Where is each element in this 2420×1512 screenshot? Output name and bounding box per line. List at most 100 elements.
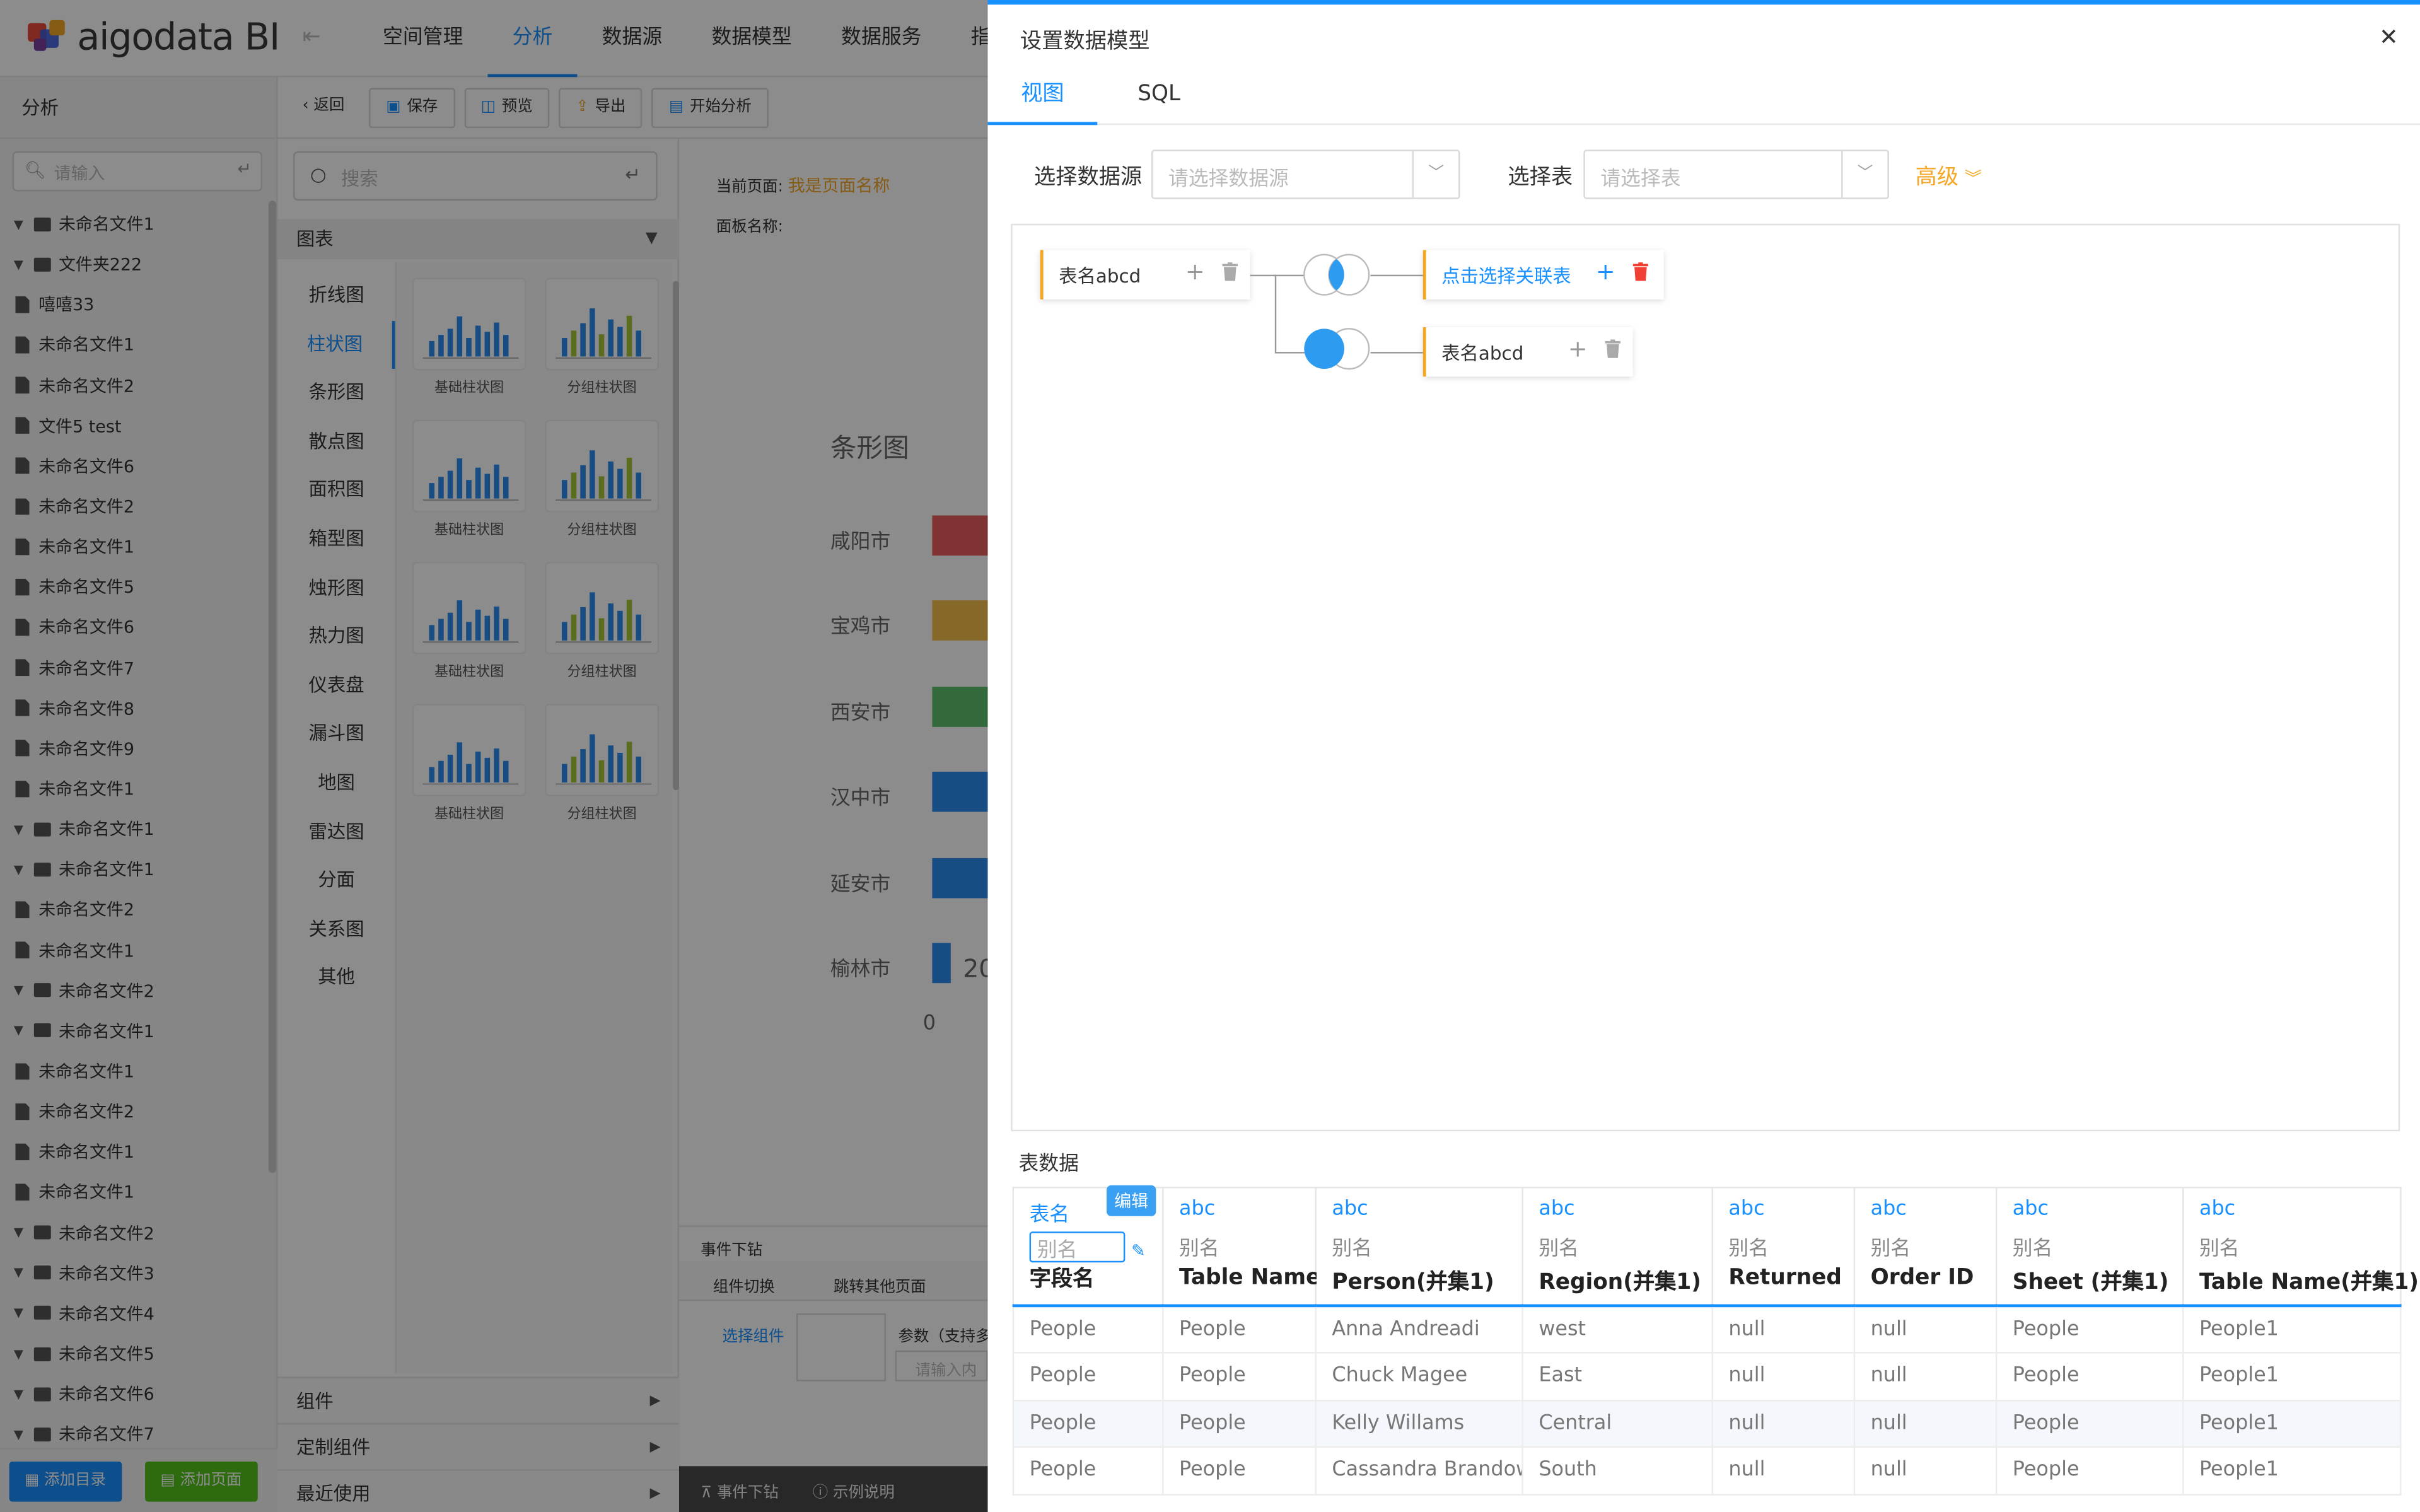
model-canvas: 表名abcd + 点击选择关联表 + 表名abcd +	[1011, 223, 2400, 1132]
column-header[interactable]: 表名✎编辑字段名	[1012, 1185, 1164, 1308]
link-line	[1370, 352, 1423, 354]
column-header[interactable]: abc 别名 Order ID	[1853, 1187, 1998, 1308]
close-icon[interactable]: ✕	[2379, 23, 2399, 51]
link-line	[1250, 274, 1306, 277]
table-cell: west	[1521, 1305, 1713, 1354]
table-row: People People Kelly Willams Central null null…	[1012, 1399, 2402, 1448]
table-cell: null	[1853, 1352, 1998, 1401]
add-icon[interactable]: +	[1568, 335, 1588, 363]
table-cell: Chuck Magee	[1315, 1352, 1523, 1401]
table-cell: null	[1711, 1399, 1856, 1448]
table-cell: People1	[2182, 1305, 2402, 1354]
table-cell: null	[1853, 1399, 1998, 1448]
column-field-name: Table Name	[1179, 1265, 1321, 1291]
delete-icon[interactable]	[1222, 262, 1238, 281]
table-cell: People1	[2182, 1446, 2402, 1495]
column-type: abc	[2199, 1197, 2236, 1221]
child-table-node[interactable]: 表名abcd +	[1422, 327, 1633, 377]
link-line	[1274, 274, 1277, 352]
table-cell: People	[1995, 1446, 2184, 1495]
column-header[interactable]: abc 别名 Returned	[1711, 1187, 1856, 1308]
column-field-name: Table Name(并集1)	[2199, 1270, 2419, 1295]
drawer-title: 设置数据模型	[1020, 29, 1150, 54]
column-header[interactable]: abc 别名 Table Name	[1162, 1187, 1321, 1308]
table-cell: Cassandra Brandow	[1315, 1446, 1523, 1495]
column-type: abc	[2012, 1197, 2049, 1221]
table-cell: People	[1162, 1446, 1317, 1495]
delete-icon[interactable]	[1605, 339, 1621, 358]
table-cell: People	[1012, 1446, 1164, 1495]
tab-view[interactable]: 视图	[987, 63, 1098, 125]
table-row: People People Cassandra Brandow South null nu…	[1012, 1446, 2402, 1495]
table-cell: Central	[1521, 1399, 1713, 1448]
column-alias[interactable]: 别名	[1539, 1231, 1696, 1265]
alias-input[interactable]	[1029, 1231, 1126, 1263]
preview-table: 表名✎编辑字段名abc别名Table Nameabc别名Person(并集1)a…	[1012, 1185, 2419, 1495]
column-header[interactable]: abc 别名 Region(并集1)	[1521, 1187, 1713, 1308]
table-cell: null	[1711, 1352, 1856, 1401]
edit-tooltip: 编辑	[1107, 1185, 1156, 1216]
table-cell: Anna Andreadi	[1315, 1305, 1523, 1354]
column-type: abc	[1728, 1197, 1765, 1221]
double-chevron-down-icon: ︾	[1964, 168, 1982, 189]
chevron-down-icon: ﹀	[1412, 151, 1458, 198]
column-field-name: 字段名	[1029, 1267, 1095, 1292]
table-header-row: 表名✎编辑字段名abc别名Table Nameabc别名Person(并集1)a…	[1012, 1185, 2419, 1308]
datasource-label: 选择数据源	[1033, 165, 1143, 190]
column-field-name: Order ID	[1870, 1265, 1974, 1291]
column-header[interactable]: abc 别名 Person(并集1)	[1315, 1187, 1523, 1308]
table-select[interactable]: 请选择表 ﹀	[1583, 149, 1889, 199]
table-cell: People1	[2182, 1399, 2402, 1448]
column-type: abc	[1870, 1197, 1907, 1221]
delete-icon[interactable]	[1632, 262, 1649, 281]
table-row: People People Chuck Magee East null null Peopl…	[1012, 1352, 2402, 1401]
column-alias[interactable]: 别名	[1332, 1231, 1506, 1265]
column-type: abc	[1332, 1197, 1368, 1221]
column-alias[interactable]: 别名	[1728, 1231, 1838, 1265]
table-cell: People	[1995, 1305, 2184, 1354]
table-cell: People	[1162, 1305, 1317, 1354]
table-cell: null	[1711, 1305, 1856, 1354]
column-field-name: Person(并集1)	[1332, 1270, 1494, 1295]
table-cell: People	[1012, 1399, 1164, 1448]
add-icon[interactable]: +	[1596, 258, 1615, 286]
drawer-tabs: 视图 SQL	[987, 63, 2420, 125]
datasource-select[interactable]: 请选择数据源 ﹀	[1151, 149, 1460, 199]
left-join-icon[interactable]	[1303, 327, 1371, 371]
table-cell: null	[1853, 1305, 1998, 1354]
table-cell: People	[1012, 1305, 1164, 1354]
add-icon[interactable]: +	[1185, 258, 1205, 286]
table-cell: People	[1995, 1399, 2184, 1448]
column-alias[interactable]: 别名	[2199, 1231, 2385, 1265]
column-alias[interactable]: 别名	[2013, 1231, 2167, 1265]
table-data-title: 表数据	[1018, 1153, 1079, 1177]
column-type: abc	[1539, 1197, 1575, 1221]
table-cell: People1	[2182, 1352, 2402, 1401]
link-table-node[interactable]: 点击选择关联表 +	[1422, 250, 1664, 299]
table-row: People People Anna Andreadi west null null Peo…	[1012, 1305, 2402, 1354]
column-type: abc	[1179, 1197, 1216, 1221]
column-field-name: Sheet (并集1)	[2012, 1270, 2169, 1295]
column-header[interactable]: abc 别名 Table Name(并集1)	[2182, 1187, 2419, 1308]
link-line	[1274, 352, 1306, 354]
modal-overlay[interactable]	[0, 0, 988, 1512]
table-cell: People	[1162, 1399, 1317, 1448]
table-cell: null	[1853, 1446, 1998, 1495]
column-alias[interactable]: 别名	[1179, 1231, 1300, 1265]
table-cell: People	[1012, 1352, 1164, 1401]
tab-sql[interactable]: SQL	[1117, 63, 1201, 125]
inner-join-icon[interactable]	[1303, 253, 1371, 296]
column-field-name: Returned	[1728, 1265, 1842, 1291]
root-table-node[interactable]: 表名abcd +	[1040, 250, 1250, 299]
pencil-icon[interactable]: ✎	[1131, 1241, 1146, 1261]
table-cell: null	[1711, 1446, 1856, 1495]
chevron-down-icon: ﹀	[1841, 151, 1887, 198]
data-model-drawer: 设置数据模型 ✕ 视图 SQL 选择数据源 请选择数据源 ﹀ 选择表 请选择表 …	[987, 0, 2420, 1512]
advanced-toggle[interactable]: 高级 ︾	[1916, 161, 1982, 192]
table-cell: Kelly Willams	[1315, 1399, 1523, 1448]
column-header[interactable]: abc 别名 Sheet (并集1)	[1995, 1187, 2184, 1308]
column-field-name: Region(并集1)	[1539, 1270, 1701, 1295]
link-line	[1370, 274, 1423, 277]
column-alias[interactable]: 别名	[1871, 1231, 1981, 1265]
table-cell: South	[1521, 1446, 1713, 1495]
